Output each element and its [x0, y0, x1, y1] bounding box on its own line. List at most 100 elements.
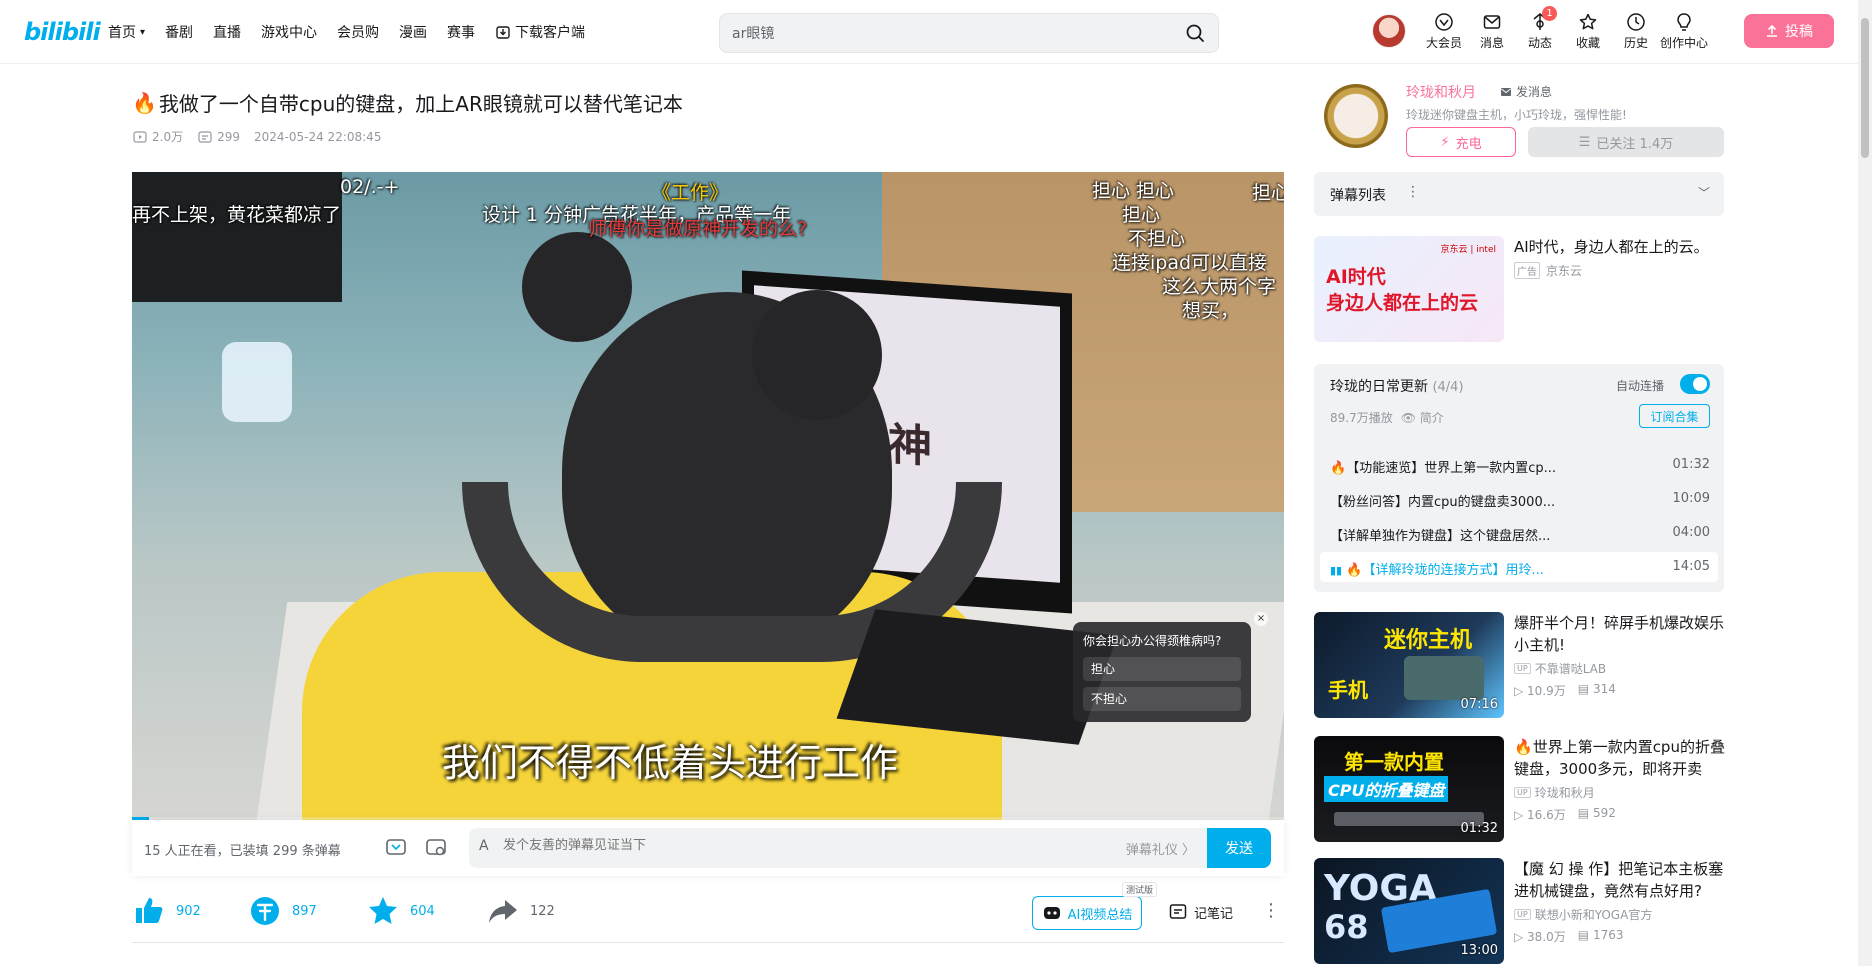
- play-count-icon: [133, 130, 147, 143]
- video-player[interactable]: 原神 02/.-+ 再不上架，黄花菜都凉了 《工作》 设计 1 分钟广告花半年，…: [132, 172, 1284, 820]
- header-vip-label: 大会员: [1425, 36, 1462, 50]
- video-thumbnail[interactable]: YOGA 68 13:00: [1314, 858, 1504, 964]
- share-button[interactable]: 122: [486, 894, 555, 928]
- send-message-link[interactable]: 发消息: [1500, 83, 1552, 100]
- video-meta: 2.0万 299 2024-05-24 22:08:45: [132, 128, 381, 145]
- user-avatar[interactable]: [1372, 14, 1406, 48]
- nav-bangumi[interactable]: 番剧: [165, 22, 193, 42]
- video-subtitle: 我们不得不低着头进行工作: [442, 741, 899, 785]
- playlist-item[interactable]: 【详解单独作为键盘】这个键盘居然... 04:00: [1320, 518, 1718, 548]
- poll-option-not-worried[interactable]: 不担心: [1083, 687, 1241, 711]
- like-icon: [136, 898, 163, 923]
- scrollbar-thumb[interactable]: [1861, 18, 1869, 158]
- favorite-button[interactable]: 604: [366, 894, 435, 928]
- recommended-video[interactable]: 迷你主机 手机 07:16 爆肝半个月！碎屏手机爆改娱乐小主机! UP 不靠谱哒L…: [1314, 612, 1724, 718]
- poll-option-worried[interactable]: 担心: [1083, 657, 1241, 681]
- note-icon: [1169, 904, 1187, 919]
- danmaku-item: 想买，: [1182, 300, 1240, 322]
- nav-vip-shop[interactable]: 会员购: [337, 22, 379, 42]
- content-divider: [132, 942, 1284, 943]
- header-favorite[interactable]: 收藏: [1564, 12, 1612, 51]
- share-icon: [489, 900, 517, 923]
- autoplay-toggle[interactable]: [1680, 374, 1710, 394]
- nav-home[interactable]: 首页 ▾: [108, 22, 145, 42]
- send-danmaku-button[interactable]: 发送: [1207, 828, 1271, 868]
- header-history[interactable]: 历史: [1612, 12, 1660, 51]
- playlist-stats: 89.7万播放 👁 简介: [1330, 409, 1444, 426]
- font-style-icon[interactable]: A: [479, 838, 489, 854]
- playlist-item[interactable]: 🔥【功能速览】世界上第一款内置cp... 01:32: [1320, 450, 1718, 480]
- subscribe-collection-button[interactable]: 订阅合集: [1639, 404, 1710, 428]
- view-count-text: 2.0万: [152, 130, 184, 144]
- video-thumbnail[interactable]: 迷你主机 手机 07:16: [1314, 612, 1504, 718]
- ai-summary-label: AI视频总结: [1067, 907, 1133, 923]
- recommended-video[interactable]: 第一款内置 CPU的折叠键盘 01:32 🔥世界上第一款内置cpu的折叠键盘，3…: [1314, 736, 1726, 842]
- header-dynamic[interactable]: 1 动态: [1516, 6, 1564, 51]
- take-note-label: 记笔记: [1194, 906, 1234, 922]
- upload-button[interactable]: 投稿: [1744, 14, 1834, 48]
- ad-title[interactable]: AI时代，身边人都在上的云。: [1514, 236, 1709, 257]
- danmaku-item: 师傅你是做原神开发的么?: [588, 218, 808, 240]
- ad-thumbnail[interactable]: 京东云 | intel AI时代 身边人都在上的云: [1314, 236, 1504, 342]
- playlist-item[interactable]: 【粉丝问答】内置cpu的键盘卖3000... 10:09: [1320, 484, 1718, 514]
- video-owner[interactable]: UP 不靠谱哒LAB: [1514, 660, 1606, 677]
- video-owner[interactable]: UP 联想小新和YOGA官方: [1514, 906, 1652, 923]
- charge-button[interactable]: ⚡ 充电: [1406, 127, 1516, 157]
- video-title[interactable]: 爆肝半个月！碎屏手机爆改娱乐小主机!: [1514, 612, 1726, 656]
- ad-meta: 广告 京东云: [1514, 262, 1582, 279]
- main-nav: 首页 ▾ 番剧 直播 游戏中心 会员购 漫画 赛事 下载客户端: [108, 22, 605, 42]
- close-icon[interactable]: ×: [1254, 612, 1268, 626]
- danmaku-etiquette-link[interactable]: 弹幕礼仪 〉: [1126, 839, 1195, 858]
- nav-download-client[interactable]: 下载客户端: [495, 22, 585, 42]
- charge-label: 充电: [1455, 136, 1482, 152]
- playlist-item-title: 【详解单独作为键盘】这个键盘居然...: [1330, 529, 1551, 544]
- header-message[interactable]: 消息: [1468, 12, 1516, 51]
- playlist-item-title: 【功能速览】世界上第一款内置cp...: [1346, 461, 1556, 476]
- nav-vip-shop-label: 会员购: [337, 25, 380, 41]
- video-thumbnail[interactable]: 第一款内置 CPU的折叠键盘 01:32: [1314, 736, 1504, 842]
- search-icon[interactable]: [1184, 22, 1206, 44]
- chevron-down-icon[interactable]: ﹀: [1698, 184, 1710, 201]
- playlist-title[interactable]: 玲珑的日常更新 (4/4): [1330, 376, 1464, 396]
- take-note-button[interactable]: 记笔记: [1168, 902, 1233, 922]
- thumbnail-text: 第一款内置: [1344, 750, 1444, 774]
- video-title[interactable]: 🔥世界上第一款内置cpu的折叠键盘，3000多元，即将开卖: [1514, 736, 1726, 780]
- nav-live[interactable]: 直播: [213, 22, 241, 42]
- uploader-avatar[interactable]: [1324, 84, 1388, 148]
- coin-button[interactable]: 897: [248, 894, 317, 928]
- nav-manga[interactable]: 漫画: [399, 22, 427, 42]
- lightning-icon: ⚡: [1440, 134, 1450, 150]
- star-icon: [369, 897, 397, 924]
- download-icon: [496, 26, 510, 39]
- play-count-value: 16.6万: [1527, 808, 1566, 822]
- page-scrollbar[interactable]: [1858, 0, 1872, 966]
- danmaku-toggle-icon[interactable]: [384, 836, 408, 860]
- video-title[interactable]: 【魔 幻 操 作】把笔记本主板塞进机械键盘，竟然有点好用?: [1514, 858, 1726, 902]
- video-duration: 01:32: [1460, 821, 1498, 836]
- more-options-icon[interactable]: ⋮: [1406, 184, 1420, 200]
- danmaku-count-value: 1763: [1592, 928, 1624, 942]
- ad-headline-1: AI时代: [1326, 266, 1386, 288]
- video-stats: ▷ 16.6万 ▤ 592: [1514, 806, 1616, 823]
- search-input[interactable]: [732, 23, 1172, 43]
- playlist-intro[interactable]: 👁 简介: [1401, 409, 1444, 426]
- video-owner[interactable]: UP 玲珑和秋月: [1514, 784, 1595, 801]
- nav-game-center[interactable]: 游戏中心: [261, 22, 317, 42]
- bilibili-logo[interactable]: bilibili: [24, 18, 101, 46]
- header-vip[interactable]: 大会员: [1420, 12, 1468, 51]
- danmaku-settings-icon[interactable]: [424, 836, 448, 860]
- danmaku-list-panel[interactable]: 弹幕列表 ⋮ ﹀: [1314, 172, 1724, 216]
- recommended-video[interactable]: YOGA 68 13:00 【魔 幻 操 作】把笔记本主板塞进机械键盘，竟然有点…: [1314, 858, 1724, 964]
- more-options-icon[interactable]: ⋮: [1262, 900, 1280, 921]
- danmaku-list-title: 弹幕列表: [1330, 188, 1386, 204]
- danmaku-item: 不担心: [1128, 228, 1186, 250]
- like-button[interactable]: 902: [132, 894, 201, 928]
- uploader-name[interactable]: 玲珑和秋月: [1406, 82, 1476, 102]
- playlist-item-active[interactable]: ▮▮ 🔥【详解玲珑的连接方式】用玲... 14:05: [1320, 552, 1718, 582]
- play-count: ▷ 16.6万: [1514, 808, 1566, 822]
- nav-esports[interactable]: 赛事: [447, 22, 475, 42]
- header-creator[interactable]: 创作中心: [1660, 12, 1708, 51]
- follow-button[interactable]: ☰ 已关注 1.4万: [1528, 127, 1724, 157]
- danmaku-input[interactable]: [503, 838, 1063, 853]
- ai-summary-button[interactable]: AI视频总结: [1032, 896, 1142, 930]
